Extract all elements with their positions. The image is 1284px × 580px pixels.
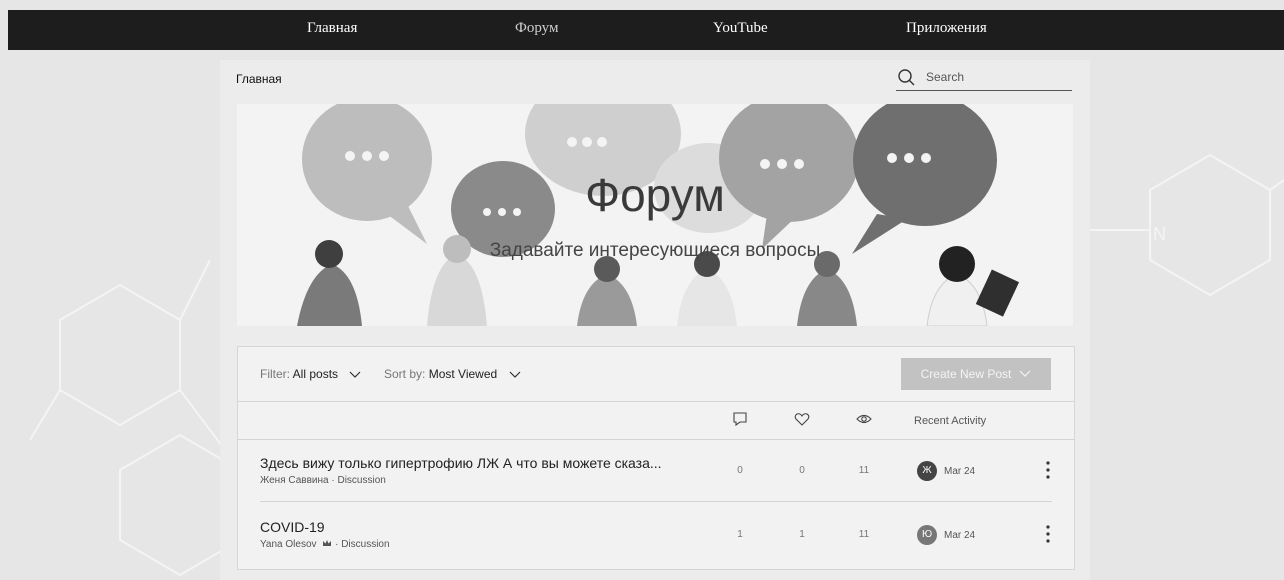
- sort-value: Most Viewed: [428, 367, 498, 381]
- nav-item-youtube[interactable]: YouTube: [713, 20, 768, 37]
- post-title[interactable]: COVID-19: [260, 519, 325, 535]
- like-count: 0: [799, 465, 805, 476]
- svg-text:N: N: [1153, 224, 1166, 244]
- comment-count: 1: [737, 529, 743, 540]
- post-author[interactable]: Yana Olesov: [260, 539, 317, 550]
- avatar[interactable]: Ю: [917, 525, 937, 545]
- filter-value: All posts: [292, 367, 339, 381]
- filter-dropdown[interactable]: Filter: All posts: [260, 367, 361, 381]
- recent-activity-header: Recent Activity: [914, 415, 987, 427]
- post-meta: Женя Саввина · Discussion: [260, 475, 386, 486]
- breadcrumb[interactable]: Главная: [236, 72, 282, 86]
- post-meta: Yana Olesov · Discussion: [260, 539, 390, 550]
- forum-hero-banner: Форум Задавайте интересующиеся вопросы: [237, 104, 1073, 326]
- chevron-down-icon: [509, 371, 520, 378]
- posts-column-header: Recent Activity: [238, 401, 1074, 440]
- comment-icon: [733, 412, 747, 427]
- search-icon: [898, 69, 915, 86]
- posts-panel: Filter: All posts Sort by: Most Viewed C…: [237, 346, 1075, 570]
- nav-item-forum[interactable]: Форум: [515, 20, 558, 37]
- eye-icon: [856, 414, 872, 424]
- search-input[interactable]: Search: [896, 64, 1072, 91]
- post-title[interactable]: Здесь вижу только гипертрофию ЛЖ А что в…: [260, 455, 662, 471]
- hero-subtitle: Задавайте интересующиеся вопросы: [489, 240, 821, 261]
- top-navigation-bar: Главная Форум YouTube Приложения: [8, 10, 1284, 50]
- more-options-icon[interactable]: [1044, 459, 1052, 481]
- hero-title: Форум: [585, 169, 725, 221]
- search-placeholder: Search: [926, 70, 965, 84]
- like-count: 1: [799, 529, 805, 540]
- row-divider: [260, 501, 1052, 502]
- nav-item-apps[interactable]: Приложения: [906, 20, 987, 37]
- view-count: 11: [858, 465, 870, 476]
- activity-date: Mar 24: [944, 466, 976, 477]
- more-options-icon[interactable]: [1044, 523, 1052, 545]
- post-category[interactable]: Discussion: [337, 475, 385, 486]
- sort-label: Sort by:: [384, 367, 426, 381]
- forum-page: Главная Search Форум Задавайте интересую…: [220, 60, 1090, 580]
- crown-icon: [323, 540, 332, 546]
- sort-dropdown[interactable]: Sort by: Most Viewed: [384, 367, 521, 381]
- post-category[interactable]: Discussion: [341, 539, 389, 550]
- view-count: 11: [858, 529, 870, 540]
- post-row[interactable]: COVID-19 Yana Olesov · Discussion 1 1 11…: [238, 503, 1074, 565]
- nav-item-home[interactable]: Главная: [307, 20, 357, 37]
- comment-count: 0: [737, 465, 743, 476]
- create-new-post-label: Create New Post: [920, 367, 1012, 381]
- post-row[interactable]: Здесь вижу только гипертрофию ЛЖ А что в…: [238, 439, 1074, 501]
- avatar[interactable]: Ж: [917, 461, 937, 481]
- chevron-down-icon: [1019, 370, 1031, 377]
- posts-toolbar: Filter: All posts Sort by: Most Viewed C…: [238, 347, 1074, 402]
- create-new-post-button[interactable]: Create New Post: [901, 358, 1051, 390]
- chevron-down-icon: [349, 371, 361, 378]
- heart-icon: [794, 413, 810, 426]
- post-author[interactable]: Женя Саввина: [260, 475, 329, 486]
- activity-date: Mar 24: [944, 530, 976, 541]
- filter-label: Filter:: [260, 367, 290, 381]
